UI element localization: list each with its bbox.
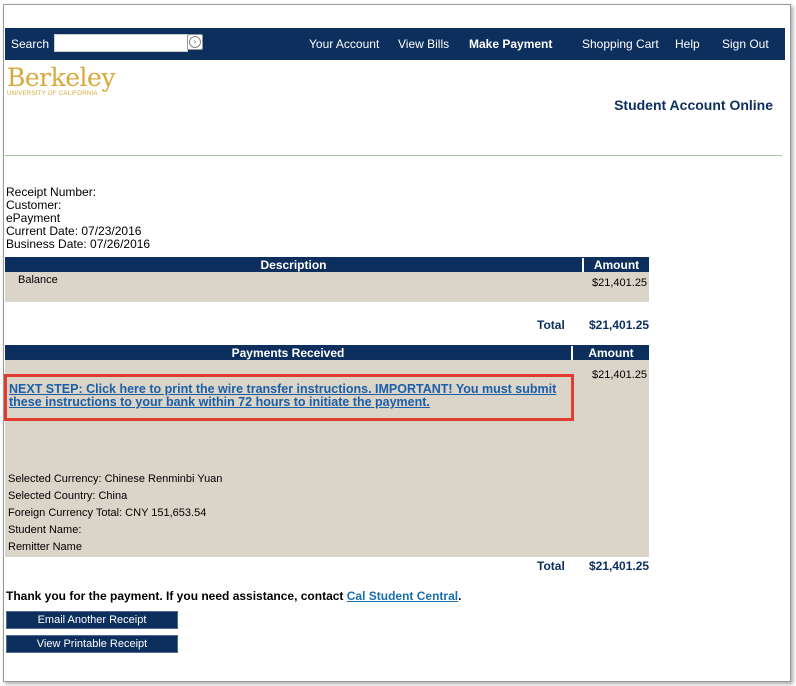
col-payment-amount: Amount xyxy=(588,346,634,360)
nav-help[interactable]: Help xyxy=(675,37,700,51)
nav-make-payment[interactable]: Make Payment xyxy=(469,37,552,51)
payments-total-label: Total xyxy=(537,559,565,573)
balance-label: Balance xyxy=(18,274,58,286)
description-total-label: Total xyxy=(537,318,565,332)
top-navbar: Search › Your Account View Bills Make Pa… xyxy=(5,28,785,60)
view-printable-receipt-button[interactable]: View Printable Receipt xyxy=(6,635,178,653)
search-label: Search xyxy=(11,37,50,51)
col-amount: Amount xyxy=(593,258,640,272)
header-divider xyxy=(5,155,782,156)
search-input[interactable] xyxy=(54,34,188,52)
business-date: Business Date: 07/26/2016 xyxy=(6,237,151,251)
col-payments-received: Payments Received xyxy=(231,346,345,360)
balance-amount: $21,401.25 xyxy=(592,277,648,289)
payment-amount: $21,401.25 xyxy=(592,369,648,381)
logo-subtitle: UNIVERSITY OF CALIFORNIA xyxy=(7,91,98,97)
description-total-value: $21,401.25 xyxy=(589,318,650,332)
logo-wordmark: Berkeley xyxy=(7,63,115,92)
nav-view-bills[interactable]: View Bills xyxy=(398,37,449,51)
cal-student-central-link[interactable]: Cal Student Central xyxy=(347,589,458,603)
email-another-receipt-button[interactable]: Email Another Receipt xyxy=(6,611,178,629)
nav-shopping-cart[interactable]: Shopping Cart xyxy=(582,37,659,51)
payments-table-header: Payments Received Amount xyxy=(5,345,649,361)
berkeley-logo[interactable]: Berkeley UNIVERSITY OF CALIFORNIA xyxy=(7,65,115,98)
student-name: Student Name: xyxy=(8,524,82,536)
nav-your-account[interactable]: Your Account xyxy=(309,37,379,51)
thanks-end: . xyxy=(458,589,462,603)
thanks-text: Thank you for the payment. If you need a… xyxy=(6,589,347,603)
search-go-button[interactable]: › xyxy=(187,34,203,50)
nav-sign-out[interactable]: Sign Out xyxy=(722,37,769,51)
wire-instructions-link[interactable]: NEXT STEP: Click here to print the wire … xyxy=(9,383,569,409)
col-description: Description xyxy=(260,258,327,272)
thanks-message: Thank you for the payment. If you need a… xyxy=(6,589,461,603)
selected-currency: Selected Currency: Chinese Renminbi Yuan xyxy=(8,473,223,485)
description-table-header: Description Amount xyxy=(5,257,649,273)
browser-frame: Search › Your Account View Bills Make Pa… xyxy=(3,4,791,682)
payments-total-value: $21,401.25 xyxy=(589,559,650,573)
foreign-currency-total: Foreign Currency Total: CNY 151,653.54 xyxy=(8,507,207,519)
description-table-body: Balance $21,401.25 xyxy=(5,272,649,302)
receipt-info: Receipt Number: Customer: ePayment Curre… xyxy=(6,186,150,251)
page-title: Student Account Online xyxy=(614,97,773,113)
selected-country: Selected Country: China xyxy=(8,490,128,502)
remitter-name: Remitter Name xyxy=(8,541,82,553)
arrow-right-icon: › xyxy=(189,36,201,48)
